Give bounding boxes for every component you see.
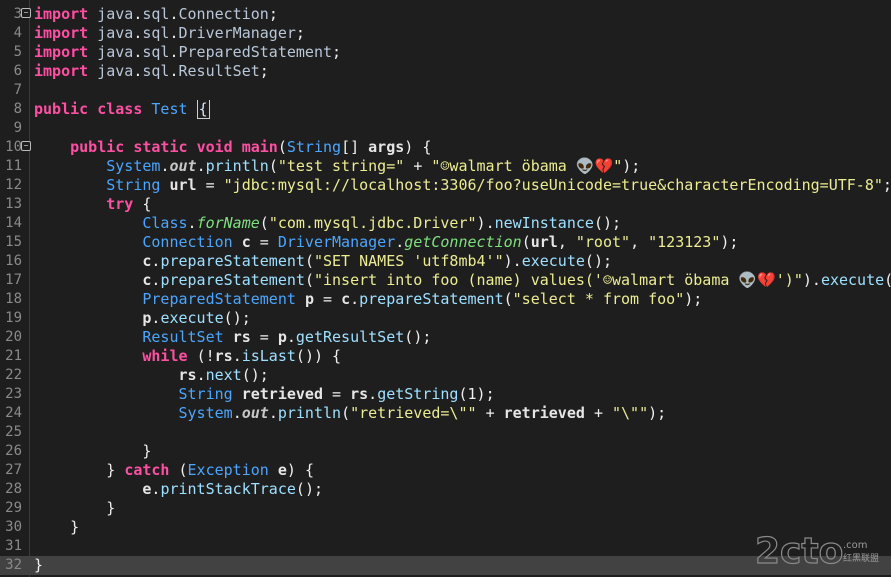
code-text: Connection c = DriverManager.getConnecti… bbox=[142, 233, 739, 251]
code-line[interactable]: 10− public static void main(String[] arg… bbox=[0, 138, 891, 157]
code-line[interactable]: 25 bbox=[0, 423, 891, 442]
code-line[interactable]: 20 ResultSet rs = p.getResultSet(); bbox=[0, 328, 891, 347]
code-text: } bbox=[34, 556, 44, 574]
code-line[interactable]: 23 String retrieved = rs.getString(1); bbox=[0, 385, 891, 404]
code-line[interactable]: 3− import java.sql.Connection; bbox=[0, 5, 891, 24]
code-text: import java.sql.PreparedStatement; bbox=[34, 43, 342, 61]
line-number: 13 bbox=[5, 196, 22, 212]
fold-toggle-icon[interactable]: − bbox=[21, 8, 31, 18]
code-line[interactable]: 29 } bbox=[0, 499, 891, 518]
line-number: 8 bbox=[13, 101, 22, 117]
line-number: 4 bbox=[13, 25, 22, 41]
line-number: 10 bbox=[5, 139, 22, 155]
code-text: e.printStackTrace(); bbox=[142, 480, 323, 498]
watermark-brand: 2cto bbox=[755, 531, 843, 571]
line-number: 11 bbox=[5, 158, 22, 174]
line-number: 6 bbox=[13, 63, 22, 79]
code-line[interactable]: 14 Class.forName("com.mysql.jdbc.Driver"… bbox=[0, 214, 891, 233]
code-text: c.prepareStatement("insert into foo (nam… bbox=[142, 271, 891, 289]
code-line[interactable]: 12 String url = "jdbc:mysql://localhost:… bbox=[0, 176, 891, 195]
code-text: } catch (Exception e) { bbox=[106, 461, 314, 479]
line-number: 19 bbox=[5, 310, 22, 326]
line-number: 7 bbox=[13, 82, 22, 98]
code-text: ResultSet rs = p.getResultSet(); bbox=[142, 328, 432, 346]
code-text: } bbox=[142, 442, 152, 460]
code-line[interactable]: 18 PreparedStatement p = c.prepareStatem… bbox=[0, 290, 891, 309]
fold-toggle-icon[interactable]: − bbox=[21, 141, 31, 151]
line-number: 32 bbox=[5, 557, 22, 573]
code-line[interactable]: 27 } catch (Exception e) { bbox=[0, 461, 891, 480]
code-line[interactable]: 16 c.prepareStatement("SET NAMES 'utf8mb… bbox=[0, 252, 891, 271]
line-number: 29 bbox=[5, 500, 22, 516]
line-number: 30 bbox=[5, 519, 22, 535]
line-number: 22 bbox=[5, 367, 22, 383]
code-text: rs.next(); bbox=[178, 366, 269, 384]
line-number: 24 bbox=[5, 405, 22, 421]
code-line[interactable]: 28 e.printStackTrace(); bbox=[0, 480, 891, 499]
line-number: 15 bbox=[5, 234, 22, 250]
code-text: Class.forName("com.mysql.jdbc.Driver").n… bbox=[142, 214, 622, 232]
line-number: 26 bbox=[5, 443, 22, 459]
line-number: 25 bbox=[5, 424, 22, 440]
line-number: 16 bbox=[5, 253, 22, 269]
code-text: p.execute(); bbox=[142, 309, 251, 327]
line-number: 14 bbox=[5, 215, 22, 231]
code-text: System.out.println("test string=" + "☺wa… bbox=[106, 157, 641, 175]
code-text: PreparedStatement p = c.prepareStatement… bbox=[142, 290, 703, 308]
code-text: String retrieved = rs.getString(1); bbox=[178, 385, 495, 403]
code-line[interactable]: 9 bbox=[0, 119, 891, 138]
line-number: 5 bbox=[13, 44, 22, 60]
code-line[interactable]: 26 } bbox=[0, 442, 891, 461]
code-text: try { bbox=[106, 195, 152, 213]
code-line[interactable]: 15 Connection c = DriverManager.getConne… bbox=[0, 233, 891, 252]
code-line[interactable]: 19 p.execute(); bbox=[0, 309, 891, 328]
watermark-logo: 2cto .com 红黑联盟 bbox=[754, 531, 879, 571]
line-number: 21 bbox=[5, 348, 22, 364]
code-text: System.out.println("retrieved=\"" + retr… bbox=[178, 404, 667, 422]
code-text: c.prepareStatement("SET NAMES 'utf8mb4'"… bbox=[142, 252, 612, 270]
code-line[interactable]: 5 import java.sql.PreparedStatement; bbox=[0, 43, 891, 62]
code-text: public class Test { bbox=[34, 100, 210, 119]
watermark-subtitle: 红黑联盟 bbox=[843, 552, 879, 564]
code-text: while (!rs.isLast()) { bbox=[142, 347, 342, 365]
code-text: public static void main(String[] args) { bbox=[70, 138, 432, 156]
line-number: 3 bbox=[13, 6, 22, 22]
code-line[interactable]: 4 import java.sql.DriverManager; bbox=[0, 24, 891, 43]
code-line[interactable]: 7 bbox=[0, 81, 891, 100]
code-line[interactable]: 24 System.out.println("retrieved=\"" + r… bbox=[0, 404, 891, 423]
line-number: 31 bbox=[5, 538, 22, 554]
line-number: 27 bbox=[5, 462, 22, 478]
code-line[interactable]: 21 while (!rs.isLast()) { bbox=[0, 347, 891, 366]
code-text: } bbox=[70, 518, 80, 536]
code-line[interactable]: 22 rs.next(); bbox=[0, 366, 891, 385]
code-editor[interactable]: 3− import java.sql.Connection; 4 import jav… bbox=[0, 0, 891, 577]
code-text: import java.sql.ResultSet; bbox=[34, 62, 269, 80]
code-line[interactable]: 17 c.prepareStatement("insert into foo (… bbox=[0, 271, 891, 290]
line-number: 28 bbox=[5, 481, 22, 497]
code-line[interactable]: 6 import java.sql.ResultSet; bbox=[0, 62, 891, 81]
code-text: } bbox=[106, 499, 116, 517]
code-text: import java.sql.Connection; bbox=[34, 5, 278, 23]
line-number: 18 bbox=[5, 291, 22, 307]
code-line[interactable]: 11 System.out.println("test string=" + "… bbox=[0, 157, 891, 176]
line-number: 17 bbox=[5, 272, 22, 288]
watermark-dotcom: .com bbox=[843, 540, 868, 551]
code-text: String url = "jdbc:mysql://localhost:330… bbox=[106, 176, 891, 194]
line-number: 20 bbox=[5, 329, 22, 345]
line-number: 9 bbox=[13, 120, 22, 136]
line-number: 12 bbox=[5, 177, 22, 193]
code-line[interactable]: 13 try { bbox=[0, 195, 891, 214]
code-text: import java.sql.DriverManager; bbox=[34, 24, 305, 42]
line-number: 23 bbox=[5, 386, 22, 402]
code-line[interactable]: 8 public class Test { bbox=[0, 100, 891, 119]
